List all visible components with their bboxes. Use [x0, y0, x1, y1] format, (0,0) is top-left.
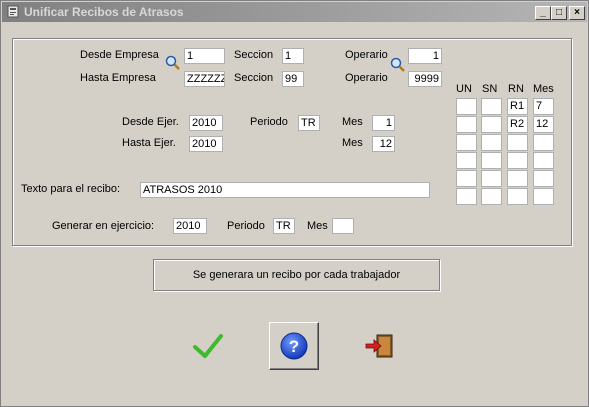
- svg-text:?: ?: [289, 337, 299, 356]
- desde-mes-input[interactable]: 1: [372, 115, 395, 131]
- hasta-empresa-input[interactable]: ZZZZZZ: [184, 71, 225, 87]
- check-icon: [193, 334, 223, 358]
- desde-empresa-input[interactable]: 1: [184, 48, 225, 64]
- grid-cell[interactable]: 7: [533, 98, 554, 115]
- generar-periodo-input[interactable]: TR: [273, 218, 295, 234]
- window: Unificar Recibos de Atrasos _ □ × Desde …: [0, 0, 589, 407]
- grid-cell[interactable]: [481, 134, 502, 151]
- grid-cell[interactable]: [481, 152, 502, 169]
- periodo-input[interactable]: TR: [298, 115, 320, 131]
- grid-cell[interactable]: [507, 188, 528, 205]
- operario-label-2: Operario: [345, 72, 388, 84]
- grid-cell[interactable]: R2: [507, 116, 528, 133]
- hasta-seccion-input[interactable]: 99: [282, 71, 304, 87]
- grid-cell[interactable]: [533, 188, 554, 205]
- generar-ejercicio-label: Generar en ejercicio:: [52, 220, 155, 232]
- grid-header-rn: RN: [508, 83, 524, 95]
- exit-button[interactable]: [359, 323, 407, 369]
- grid-cell[interactable]: [456, 188, 477, 205]
- close-button[interactable]: ×: [569, 6, 585, 20]
- grid-cell[interactable]: [456, 116, 477, 133]
- grid-cell[interactable]: 12: [533, 116, 554, 133]
- search-icon[interactable]: [390, 57, 406, 73]
- desde-ejer-input[interactable]: 2010: [189, 115, 223, 131]
- desde-empresa-label: Desde Empresa: [80, 49, 159, 61]
- grid-cell[interactable]: [481, 170, 502, 187]
- desde-ejer-label: Desde Ejer.: [122, 116, 179, 128]
- hasta-ejer-input[interactable]: 2010: [189, 136, 223, 152]
- grid-header-un: UN: [456, 83, 472, 95]
- mes-label-1: Mes: [342, 116, 363, 128]
- hasta-operario-input[interactable]: 9999: [408, 71, 442, 87]
- grid-cell[interactable]: [533, 152, 554, 169]
- hasta-mes-input[interactable]: 12: [372, 136, 395, 152]
- grid-cell[interactable]: [507, 134, 528, 151]
- texto-recibo-label: Texto para el recibo:: [21, 183, 121, 195]
- accept-button[interactable]: [185, 323, 233, 369]
- grid-cell[interactable]: [456, 134, 477, 151]
- grid-cell[interactable]: [481, 98, 502, 115]
- help-icon: ?: [280, 332, 308, 360]
- title-bar: Unificar Recibos de Atrasos _ □ ×: [2, 2, 587, 22]
- grid-cell[interactable]: [456, 152, 477, 169]
- hasta-empresa-label: Hasta Empresa: [80, 72, 156, 84]
- periodo-label: Periodo: [250, 116, 288, 128]
- search-icon[interactable]: [165, 55, 181, 71]
- grid-cell[interactable]: R1: [507, 98, 528, 115]
- grid-cell[interactable]: [456, 170, 477, 187]
- desde-operario-input[interactable]: 1: [408, 48, 442, 64]
- hasta-ejer-label: Hasta Ejer.: [122, 137, 176, 149]
- app-icon: [7, 5, 19, 18]
- texto-recibo-input[interactable]: ATRASOS 2010: [140, 182, 430, 198]
- generar-mes-input[interactable]: [332, 218, 354, 234]
- exit-door-icon: [365, 334, 393, 358]
- grid-header-sn: SN: [482, 83, 498, 95]
- help-button[interactable]: ?: [269, 322, 319, 370]
- operario-label-1: Operario: [345, 49, 388, 61]
- grid-cell[interactable]: [456, 98, 477, 115]
- seccion-label-1: Seccion: [234, 49, 274, 61]
- grid-cell[interactable]: [533, 134, 554, 151]
- grid-header-mes: Mes: [533, 83, 554, 95]
- window-title: Unificar Recibos de Atrasos: [24, 5, 184, 19]
- generar-ejercicio-input[interactable]: 2010: [173, 218, 207, 234]
- generar-periodo-label: Periodo: [227, 220, 265, 232]
- generar-mes-label: Mes: [307, 220, 328, 232]
- mes-label-2: Mes: [342, 137, 363, 149]
- grid-cell[interactable]: [507, 152, 528, 169]
- desde-seccion-input[interactable]: 1: [282, 48, 304, 64]
- grid-cell[interactable]: [481, 116, 502, 133]
- grid-cell[interactable]: [533, 170, 554, 187]
- maximize-button[interactable]: □: [551, 6, 567, 20]
- grid-cell[interactable]: [481, 188, 502, 205]
- info-message: Se generara un recibo por cada trabajado…: [153, 259, 440, 291]
- minimize-button[interactable]: _: [535, 6, 551, 20]
- seccion-label-2: Seccion: [234, 72, 274, 84]
- grid-cell[interactable]: [507, 170, 528, 187]
